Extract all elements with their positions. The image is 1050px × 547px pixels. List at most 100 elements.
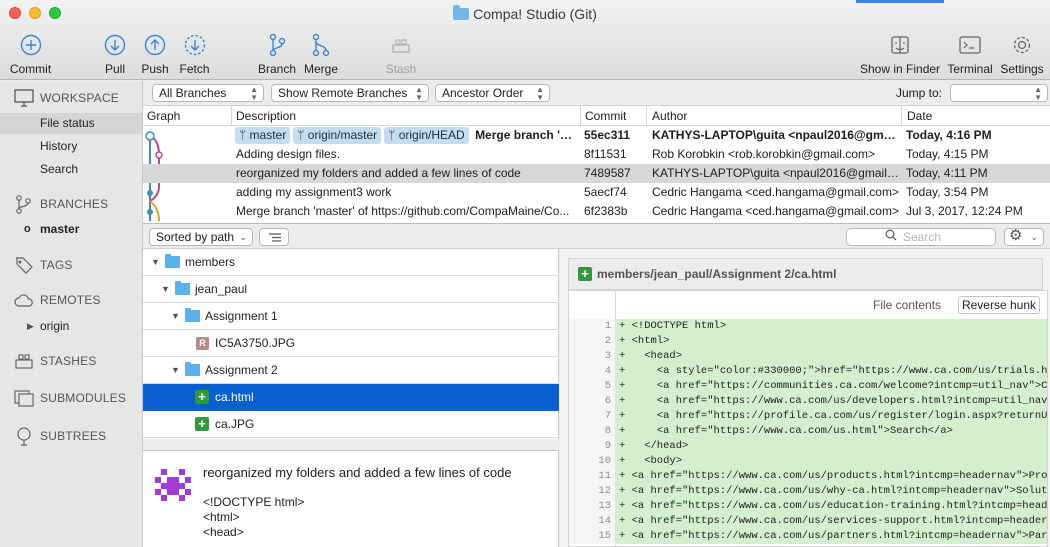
sidebar-section-workspace[interactable]: WORKSPACE [14,89,119,107]
sidebar-section-subtrees[interactable]: SUBTREES [14,426,106,446]
line-number: 1 [569,319,615,334]
remote-branches-dropdown[interactable]: Show Remote Branches ▲ ▼ [271,84,429,102]
column-header-description[interactable]: Description [236,109,296,123]
column-header-commit[interactable]: Commit [585,109,626,123]
sidebar-section-label: SUBMODULES [40,391,127,405]
file-search-field[interactable]: Search [846,228,996,246]
terminal-button[interactable]: Terminal [945,32,995,76]
push-icon [144,34,166,56]
tree-row-file-selected[interactable]: + ca.html [143,384,559,411]
commit-hash: 6f2383b [584,204,628,218]
diff-line: 1 + <!DOCTYPE html> [569,319,1047,334]
column-header-date[interactable]: Date [907,109,932,123]
file-name: Assignment 2 [205,363,278,377]
dropdown-value: Ancestor Order [442,86,524,100]
diff-line: 10 + <body> [569,454,1047,469]
updown-chevron-icon: ▲ ▼ [415,85,423,102]
hunk-header: File contents [873,298,942,312]
current-branch-indicator-icon: o [24,223,31,235]
folder-icon [175,281,190,295]
table-row[interactable]: ᛘ master ᛘ origin/master ᛘ origin/HEAD Mer… [143,126,1050,145]
commit-date: Today, 3:54 PM [906,185,989,199]
avatar [153,465,193,505]
commit-body-line: <!DOCTYPE html> [203,495,305,509]
commit-date: Today, 4:15 PM [906,147,989,161]
tree-row-folder[interactable]: ▼ jean_paul [143,276,559,303]
table-row[interactable]: adding my assignment3 work 5aecf74 Cedri… [143,183,1050,202]
disclosure-triangle-icon[interactable]: ▼ [161,276,170,303]
tag-icon [16,257,33,274]
commit-hash: 5aecf74 [584,185,627,199]
file-name: members [185,255,236,269]
file-name: ca.html [215,390,254,404]
tag-label: origin/HEAD [398,128,465,142]
sidebar-section-tags[interactable]: TAGS [14,255,73,275]
sidebar-item-remote-origin[interactable]: ▶ origin [0,316,142,337]
column-header-author[interactable]: Author [652,109,687,123]
merge-button[interactable]: Merge [302,32,340,76]
tree-row-file[interactable]: R IC5A3750.JPG [143,330,559,357]
line-text: + <a href="https://communities.ca.com/we… [615,379,1047,394]
branch-tag: ᛘ origin/master [293,127,382,144]
diff-file-header: + members/jean_paul/Assignment 2/ca.html [568,258,1043,290]
branches-filter-dropdown[interactable]: All Branches ▲ ▼ [152,84,264,102]
push-button[interactable]: Push [140,32,170,76]
sidebar-item-history[interactable]: History [0,136,142,157]
fetch-button[interactable]: Fetch [177,32,212,76]
column-header-graph[interactable]: Graph [147,109,180,123]
commit-details: reorganized my folders and added a few l… [143,450,559,547]
show-in-finder-button[interactable]: Show in Finder [860,32,940,76]
line-number: 14 [569,514,615,529]
stash-label: Stash [385,62,417,76]
table-row[interactable]: Merge branch 'master' of https://github.… [143,202,1050,221]
table-row-selected[interactable]: reorganized my folders and added a few l… [143,164,1050,183]
line-text: + <html> [615,334,1047,349]
commit-button[interactable]: Commit [8,32,53,76]
added-badge-icon: + [195,417,209,431]
search-icon [885,229,897,245]
disclosure-triangle-icon[interactable]: ▼ [171,357,180,384]
chevron-down-icon: ⌄ [1030,232,1038,242]
line-text: + <a style="color:#330000;">href="https:… [615,364,1047,379]
tree-row-folder[interactable]: ▼ Assignment 2 [143,357,559,384]
stash-button[interactable]: Stash [383,32,419,76]
sidebar-item-search[interactable]: Search [0,159,142,180]
sidebar-section-submodules[interactable]: SUBMODULES [14,389,126,407]
disclosure-triangle-icon[interactable]: ▼ [171,303,180,330]
sidebar-section-label: REMOTES [40,293,101,307]
tree-row-file[interactable]: + ca.JPG [143,411,559,438]
window-title-text: Compa! Studio (Git) [473,6,597,22]
remote-name: origin [40,319,70,333]
sidebar-item-file-status[interactable]: File status [0,113,142,134]
commit-icon [20,34,41,56]
tag-branch-icon: ᛘ [297,128,305,142]
settings-button[interactable]: Settings [999,32,1045,76]
tree-row-folder[interactable]: ▼ members [143,249,559,276]
jump-to-dropdown[interactable]: ▲ ▼ [950,84,1048,102]
line-number: 12 [569,484,615,499]
sidebar-section-branches[interactable]: BRANCHES [14,194,108,214]
disclosure-triangle-icon[interactable]: ▶ [27,316,34,337]
sidebar-section-stashes[interactable]: STASHES [14,352,97,370]
sidebar-section-remotes[interactable]: REMOTES [14,292,101,308]
sidebar-item-branch-master[interactable]: o master [0,219,142,240]
line-text: + <a href="https://www.ca.com/us/partner… [615,529,1047,544]
tree-row-folder[interactable]: ▼ Assignment 1 [143,303,559,330]
cloud-icon [14,294,33,307]
reverse-hunk-button[interactable]: Reverse hunk [958,296,1040,314]
diff-line: 2 + <html> [569,334,1047,349]
line-text: + <a href="https://www.ca.com/us/why-ca.… [615,484,1047,499]
disclosure-triangle-icon[interactable]: ▼ [151,249,160,276]
order-dropdown[interactable]: Ancestor Order ▲ ▼ [435,84,550,102]
file-name: IC5A3750.JPG [215,336,296,350]
table-row[interactable]: Adding design files. 8f11531 Rob Korobki… [143,145,1050,164]
file-options-menu[interactable]: ⚙ ⌄ [1004,228,1044,246]
pull-button[interactable]: Pull [100,32,130,76]
diff-line: 7 + <a href="https://profile.ca.com/us/re… [569,409,1047,424]
branch-name: master [40,222,80,236]
view-mode-button[interactable] [259,228,289,246]
sort-dropdown[interactable]: Sorted by path ⌄ [149,228,253,246]
updown-chevron-icon: ▲ ▼ [1034,85,1042,102]
branch-button[interactable]: Branch [257,32,297,76]
stash-icon [392,39,410,53]
